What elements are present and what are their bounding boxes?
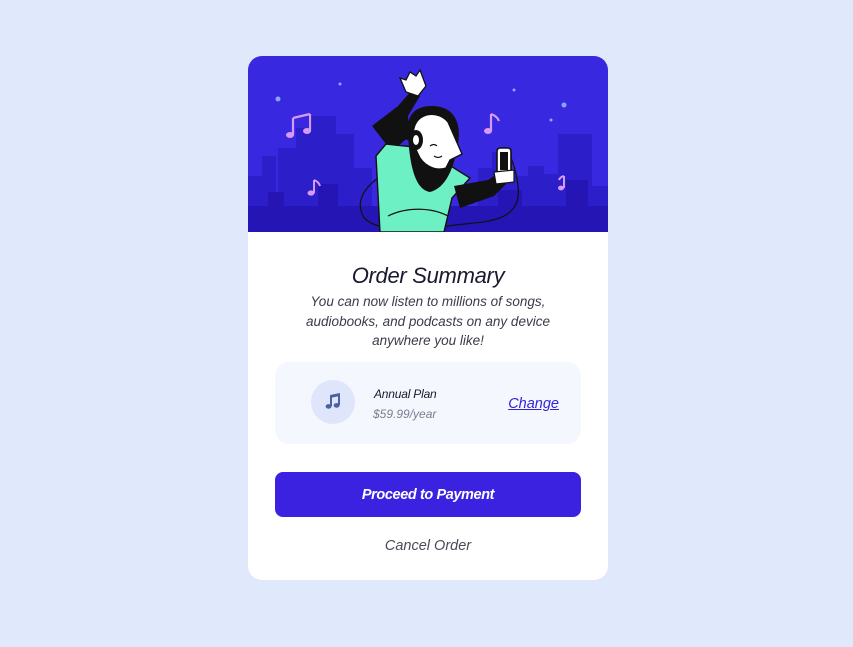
plan-summary: Annual Plan $59.99/year Change [275,362,581,444]
plan-price: $59.99/year [373,407,437,421]
hero-illustration [248,56,608,232]
order-summary-card: Order Summary You can now listen to mill… [248,56,608,580]
page-title: Order Summary [351,263,505,288]
proceed-to-payment-button[interactable]: Proceed to Payment [275,472,581,517]
change-plan-link[interactable]: Change [508,396,559,412]
order-description: You can now listen to millions of songs,… [306,294,550,348]
cancel-order-button[interactable]: Cancel Order [328,535,528,557]
music-note-icon [311,380,355,424]
plan-name: Annual Plan [374,387,437,401]
